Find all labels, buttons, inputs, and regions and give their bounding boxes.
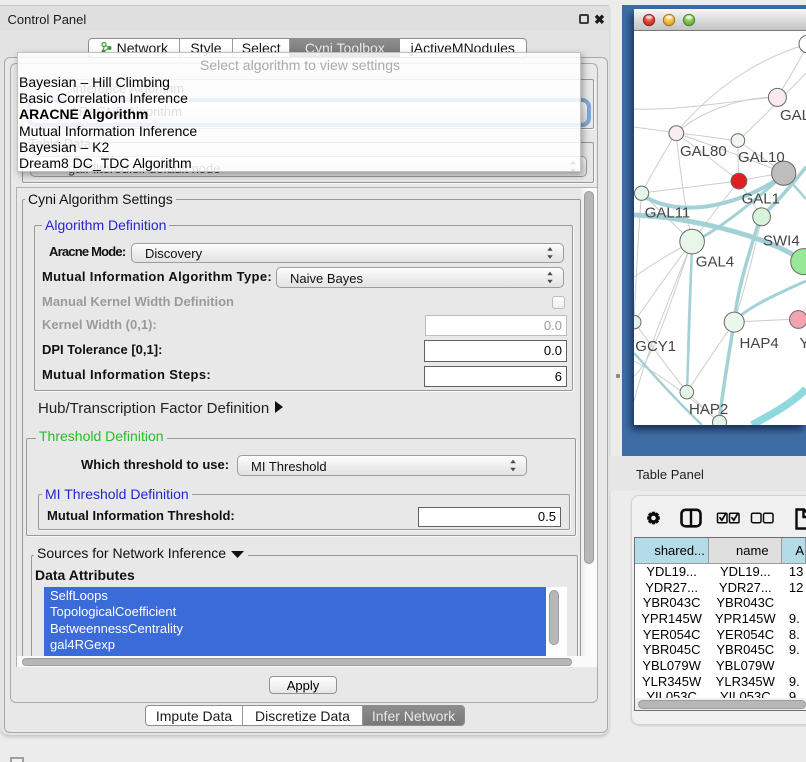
svg-text:GAL80: GAL80 [680, 143, 727, 160]
svg-text:GAL10: GAL10 [738, 149, 785, 166]
svg-text:Y: Y [800, 335, 806, 352]
svg-text:HAP4: HAP4 [740, 335, 779, 352]
svg-text:GAL4: GAL4 [696, 254, 734, 271]
svg-text:GAL: GAL [780, 107, 806, 124]
svg-text:GCY1: GCY1 [635, 338, 676, 355]
svg-text:SWI4: SWI4 [763, 233, 800, 250]
svg-text:HAP2: HAP2 [689, 401, 728, 418]
svg-text:GAL1: GAL1 [742, 191, 780, 208]
svg-text:GAL11: GAL11 [645, 205, 691, 222]
